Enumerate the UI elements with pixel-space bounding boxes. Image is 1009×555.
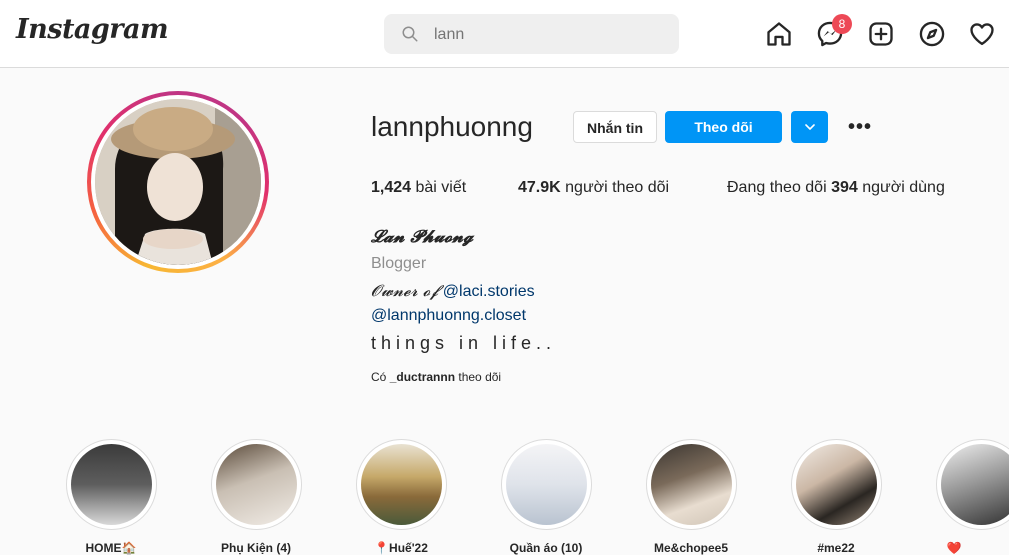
profile-username: lannphuonng <box>371 111 533 142</box>
story-label: 📍Huế'22 <box>374 541 428 555</box>
story-highlight-image <box>651 444 732 525</box>
story-highlight-image <box>71 444 152 525</box>
profile-full-name: 𝓛𝓪𝓷 𝓟𝓱𝓾𝓸𝓷𝓰 <box>371 227 474 247</box>
bio-owner-link[interactable]: @laci.stories <box>443 283 535 300</box>
top-navigation-bar: Instagram 8 <box>0 0 1009 68</box>
posts-count-stat: 1,424 bài viết <box>371 179 466 197</box>
bio-things-line: things in life.. <box>371 333 557 353</box>
messenger-unread-badge: 8 <box>832 14 852 34</box>
message-button[interactable]: Nhắn tin <box>573 111 657 143</box>
profile-avatar-story-ring[interactable] <box>87 91 269 273</box>
search-box[interactable] <box>384 14 679 54</box>
follow-button[interactable]: Theo dõi <box>665 111 782 143</box>
avatar-photo-illustration <box>95 99 261 265</box>
story-highlight-image <box>941 444 1009 525</box>
story-label: ❤️ <box>946 541 962 555</box>
following-prefix: Đang theo dõi <box>727 179 827 196</box>
search-input[interactable] <box>432 22 666 48</box>
story-highlight-image <box>216 444 297 525</box>
explore-compass-icon[interactable] <box>918 20 946 48</box>
followers-stat[interactable]: 47.9K người theo dõi <box>518 179 669 197</box>
following-count: 394 <box>831 179 858 196</box>
story-label: Me&chopee5 <box>653 541 729 555</box>
following-stat[interactable]: Đang theo dõi 394 người dùng <box>727 179 945 197</box>
bio-owner-line: 𝓞𝔀𝓷𝓮𝓻 𝓸𝓯 @laci.stories <box>371 281 535 301</box>
story-highlight-me-chopee[interactable] <box>646 439 737 530</box>
home-icon[interactable] <box>765 20 793 48</box>
activity-heart-icon[interactable] <box>968 20 996 48</box>
followers-count: 47.9K <box>518 179 561 196</box>
followers-label: người theo dõi <box>565 179 670 196</box>
followed-by-user: _ductrannn <box>389 370 456 384</box>
story-highlight-phu-kien[interactable] <box>211 439 302 530</box>
story-label: Phụ Kiện (4) <box>220 541 291 555</box>
new-post-icon[interactable] <box>867 20 895 48</box>
story-highlight-image <box>361 444 442 525</box>
avatar <box>95 99 261 265</box>
story-highlight-image <box>506 444 587 525</box>
bio-owner-prefix: 𝓞𝔀𝓷𝓮𝓻 𝓸𝓯 <box>371 281 439 300</box>
followed-by-suffix: theo dõi <box>458 370 502 384</box>
bio-closet-link[interactable]: @lannphuonng.closet <box>371 307 526 324</box>
story-label: #me22 <box>817 541 855 555</box>
avatar-frame <box>91 95 265 269</box>
story-label: HOME🏠 <box>85 541 137 555</box>
search-icon <box>402 26 418 42</box>
story-highlight-quan-ao[interactable] <box>501 439 592 530</box>
story-highlight-me22[interactable] <box>791 439 882 530</box>
more-options-icon[interactable]: ••• <box>848 116 872 139</box>
profile-category: Blogger <box>371 255 427 272</box>
suggested-accounts-button[interactable] <box>791 111 828 143</box>
story-highlight-heart[interactable] <box>936 439 1009 530</box>
instagram-logo[interactable]: Instagram <box>16 14 169 45</box>
chevron-down-icon <box>804 124 815 130</box>
posts-label: bài viết <box>415 179 467 196</box>
followed-by-line[interactable]: Có _ductrannn theo dõi <box>371 370 501 384</box>
story-label: Quần áo (10) <box>509 541 583 555</box>
bio-closet-line: @lannphuonng.closet <box>371 307 526 325</box>
followed-by-prefix: Có <box>371 370 387 384</box>
following-suffix: người dùng <box>862 179 945 196</box>
posts-count: 1,424 <box>371 179 412 196</box>
story-highlight-home[interactable] <box>66 439 157 530</box>
story-highlight-image <box>796 444 877 525</box>
story-highlight-hue[interactable] <box>356 439 447 530</box>
